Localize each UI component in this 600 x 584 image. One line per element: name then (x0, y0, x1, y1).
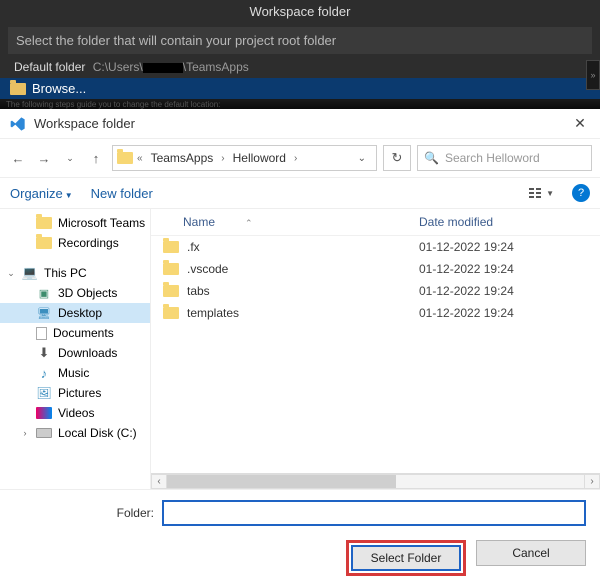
breadcrumb-teamsapps[interactable]: TeamsApps (147, 149, 218, 167)
palette-instruction: Select the folder that will contain your… (8, 27, 592, 54)
address-bar[interactable]: « TeamsApps › Helloword › ⌄ (112, 145, 377, 171)
tree-label: Pictures (58, 386, 101, 400)
default-folder-path: C:\Users\\TeamsApps (93, 60, 249, 74)
sort-indicator-icon: ⌃ (245, 218, 253, 228)
dialog-footer: Folder: Select Folder Cancel (0, 489, 600, 584)
redacted-username (143, 63, 183, 73)
scroll-right-button[interactable]: › (584, 474, 600, 489)
dialog-header: Workspace folder ✕ (0, 109, 600, 139)
default-folder-option[interactable]: Default folder C:\Users\\TeamsApps (0, 54, 600, 78)
up-button[interactable]: ↑ (86, 148, 106, 168)
tree-label: Local Disk (C:) (58, 426, 137, 440)
tree-label: Desktop (58, 306, 102, 320)
chevron-icon: « (137, 153, 143, 164)
folder-icon (163, 241, 179, 253)
search-input[interactable] (445, 151, 585, 165)
chevron-right-icon: › (294, 153, 297, 164)
horizontal-scrollbar[interactable]: ‹ › (151, 473, 600, 489)
column-headers[interactable]: Name⌃ Date modified (151, 209, 600, 236)
file-row[interactable]: tabs 01-12-2022 19:24 (151, 280, 600, 302)
tree-item-documents[interactable]: Documents (0, 323, 150, 343)
tree-item-downloads[interactable]: ⬇Downloads (0, 343, 150, 363)
chevron-right-icon: › (221, 153, 224, 164)
tree-label: Music (58, 366, 89, 380)
scroll-track[interactable] (167, 474, 584, 489)
scroll-thumb[interactable] (167, 475, 396, 488)
folder-icon (163, 263, 179, 275)
main-area: Microsoft Teams Recordings ⌄💻This PC▣3D Ob… (0, 209, 600, 489)
close-button[interactable]: ✕ (570, 115, 590, 132)
folder-input[interactable] (162, 500, 586, 526)
tree-label: Documents (53, 326, 114, 340)
help-button[interactable]: ? (572, 184, 590, 202)
highlight-box: Select Folder (346, 540, 466, 576)
folder-icon (117, 152, 133, 164)
tree-item-videos[interactable]: Videos (0, 403, 150, 423)
file-date: 01-12-2022 19:24 (419, 284, 592, 298)
forward-button[interactable]: → (34, 148, 54, 168)
tree-label: Videos (58, 406, 94, 420)
chevron-down-icon[interactable]: ⌄ (352, 153, 372, 164)
tree-item-microsoft-teams[interactable]: Microsoft Teams (0, 213, 150, 233)
tree-item-desktop[interactable]: 🖥Desktop (0, 303, 150, 323)
col-name[interactable]: Name⌃ (159, 215, 419, 229)
file-date: 01-12-2022 19:24 (419, 306, 592, 320)
refresh-button[interactable]: ↻ (383, 145, 411, 171)
view-icon (528, 186, 544, 200)
scroll-left-button[interactable]: ‹ (151, 474, 167, 489)
default-folder-label: Default folder (14, 60, 85, 74)
search-box[interactable]: 🔍 (417, 145, 592, 171)
file-list: Name⌃ Date modified .fx 01-12-2022 19:24.… (150, 209, 600, 489)
select-folder-button[interactable]: Select Folder (351, 545, 461, 571)
file-row[interactable]: .fx 01-12-2022 19:24 (151, 236, 600, 258)
tree-label: Recordings (58, 236, 119, 250)
vscode-icon (10, 116, 26, 132)
tree-item-recordings[interactable]: Recordings (0, 233, 150, 253)
back-button[interactable]: ← (8, 148, 28, 168)
file-name: .fx (187, 240, 200, 254)
toolbar: Organize▼ New folder ▼ ? (0, 178, 600, 209)
expand-icon: › (20, 428, 30, 438)
organize-button[interactable]: Organize▼ (10, 186, 73, 201)
file-row[interactable]: templates 01-12-2022 19:24 (151, 302, 600, 324)
file-date: 01-12-2022 19:24 (419, 262, 592, 276)
background-terminal-text: The following steps guide you to change … (0, 99, 600, 109)
tree-item-3d-objects[interactable]: ▣3D Objects (0, 283, 150, 303)
tree-label: This PC (44, 266, 87, 280)
col-date[interactable]: Date modified (419, 215, 592, 229)
command-palette-panel: Workspace folder Select the folder that … (0, 0, 600, 99)
chevron-down-icon: ▼ (65, 191, 73, 200)
palette-title: Workspace folder (0, 0, 600, 23)
file-name: templates (187, 306, 239, 320)
browse-option[interactable]: Browse... (0, 78, 600, 99)
tree-item-local-disk-c-[interactable]: › Local Disk (C:) (0, 423, 150, 443)
folder-icon (163, 307, 179, 319)
breadcrumb-helloword[interactable]: Helloword (229, 149, 290, 167)
browse-label: Browse... (32, 81, 86, 96)
tree-label: Downloads (58, 346, 117, 360)
tree-item-pictures[interactable]: 🖼Pictures (0, 383, 150, 403)
side-button[interactable]: » (586, 60, 600, 90)
file-row[interactable]: .vscode 01-12-2022 19:24 (151, 258, 600, 280)
expand-icon: ⌄ (6, 268, 16, 279)
tree-label: 3D Objects (58, 286, 117, 300)
view-button[interactable]: ▼ (528, 186, 554, 200)
cancel-button[interactable]: Cancel (476, 540, 586, 566)
file-name: .vscode (187, 262, 228, 276)
nav-row: ← → ⌄ ↑ « TeamsApps › Helloword › ⌄ ↻ 🔍 (0, 139, 600, 178)
dialog-title: Workspace folder (34, 116, 570, 131)
folder-icon (163, 285, 179, 297)
file-date: 01-12-2022 19:24 (419, 240, 592, 254)
tree-item-music[interactable]: ♪Music (0, 363, 150, 383)
new-folder-button[interactable]: New folder (91, 186, 153, 201)
search-icon: 🔍 (424, 151, 439, 165)
file-name: tabs (187, 284, 210, 298)
recent-button[interactable]: ⌄ (60, 148, 80, 168)
tree-item-this-pc[interactable]: ⌄💻This PC (0, 263, 150, 283)
folder-icon (10, 83, 26, 95)
folder-label: Folder: (14, 506, 154, 520)
tree-label: Microsoft Teams (58, 216, 145, 230)
nav-tree: Microsoft Teams Recordings ⌄💻This PC▣3D Ob… (0, 209, 150, 489)
